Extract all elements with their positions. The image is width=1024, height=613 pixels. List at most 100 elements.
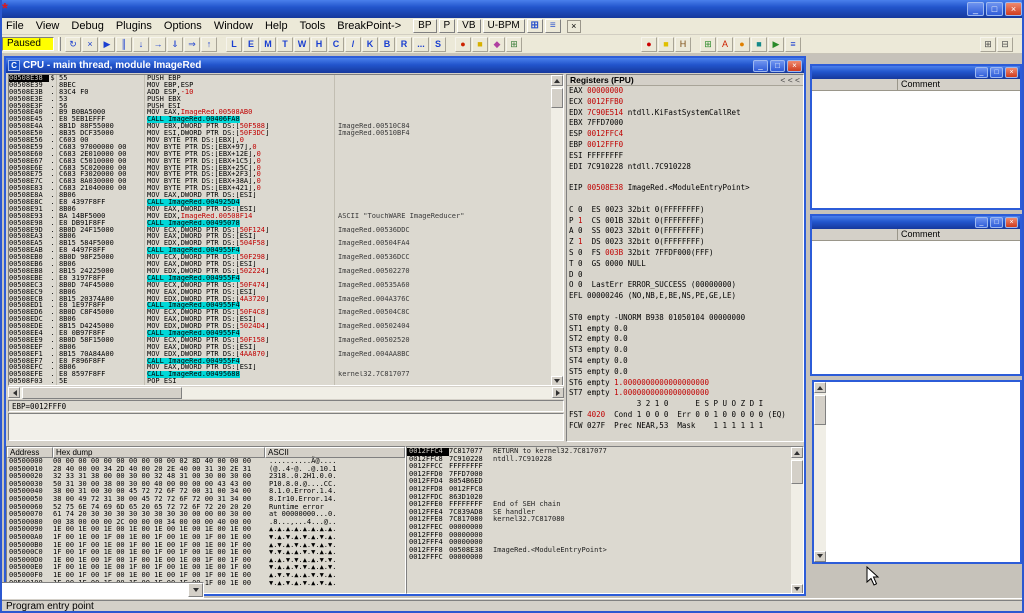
register-line[interactable]: FCW 027F Prec NEAR,53 Mask 1 1 1 1 1 1	[567, 421, 803, 432]
plugin-grid-icon[interactable]: ⊞	[700, 37, 716, 52]
log-panel-button[interactable]: L	[226, 37, 242, 52]
side-list-window[interactable]	[812, 380, 1022, 564]
disasm-row[interactable]: 00508EC3.8B0D 74F45000MOV ECX,DWORD PTR …	[9, 282, 553, 289]
menu-item-options[interactable]: Options	[158, 19, 208, 33]
breakpoints-panel-button[interactable]: B	[379, 37, 395, 52]
cpu-panel-button[interactable]: C	[328, 37, 344, 52]
scroll-track[interactable]	[20, 387, 552, 399]
combo-dropdown-button[interactable]	[188, 583, 203, 597]
menu-item-tools[interactable]: Tools	[294, 19, 332, 33]
register-line[interactable]: ST1 empty 0.0	[567, 324, 803, 335]
window-small-icon[interactable]: ⊞	[527, 19, 543, 33]
stack-row[interactable]: 0012FFFC00000000	[407, 554, 791, 562]
comment-column-header[interactable]: Comment	[898, 229, 1020, 240]
scroll-thumb[interactable]	[551, 88, 563, 108]
sw2-close-button[interactable]: ×	[1005, 217, 1018, 228]
scroll-thumb[interactable]	[814, 395, 826, 425]
disassembly-hscrollbar[interactable]	[8, 387, 564, 399]
register-line[interactable]: EAX 00000000	[567, 86, 803, 97]
cpu-minimize-button[interactable]: _	[753, 60, 768, 72]
scroll-track[interactable]	[551, 86, 563, 376]
info-pane[interactable]: EBP=0012FFF0	[8, 400, 564, 412]
disasm-row[interactable]: 00508E50.8B35 DCF35000MOV ESI,DWORD PTR …	[9, 130, 553, 137]
windows-panel-button[interactable]: W	[294, 37, 310, 52]
minimize-button[interactable]: _	[967, 2, 984, 16]
command-combobox[interactable]	[0, 582, 204, 598]
hex-dump-pane[interactable]: Address Hex dump ASCII 0050000000 00 00 …	[6, 446, 406, 594]
register-line[interactable]: EFL 00000246 (NO,NB,E,BE,NS,PE,GE,LE)	[567, 291, 803, 302]
handles-panel-button[interactable]: H	[311, 37, 327, 52]
register-line[interactable]: EBP 0012FFF0	[567, 140, 803, 151]
register-line[interactable]: EBX 7FFD7000	[567, 118, 803, 129]
pause-icon[interactable]: ║	[116, 37, 132, 52]
register-line[interactable]: ST3 empty 0.0	[567, 345, 803, 356]
register-line[interactable]: 3 2 1 0 E S P U O Z D I	[567, 399, 803, 410]
scroll-down-button[interactable]	[551, 376, 563, 386]
menu-item-window[interactable]: Window	[208, 19, 259, 33]
comment-window-1-titlebar[interactable]: _ □ ×	[812, 66, 1020, 79]
register-line[interactable]: ST7 empty 1.0000000000000000000	[567, 388, 803, 399]
menu-button-bp[interactable]: BP	[413, 19, 436, 33]
register-line[interactable]: O 0 LastErr ERROR_SUCCESS (00000000)	[567, 280, 803, 291]
app-titlebar[interactable]: * _ □ ×	[0, 0, 1024, 18]
register-line[interactable]	[567, 302, 803, 313]
disasm-row[interactable]: 00508E38$55PUSH EBP	[9, 75, 553, 82]
list-icon[interactable]: ≡	[785, 37, 801, 52]
register-line[interactable]: T 0 GS 0000 NULL	[567, 259, 803, 270]
register-line[interactable]	[567, 194, 803, 205]
hit-trace-icon[interactable]: ●	[641, 37, 657, 52]
call-stack-panel-button[interactable]: K	[362, 37, 378, 52]
tile-windows-icon[interactable]: ⊞	[980, 37, 996, 52]
colors-icon[interactable]: ●	[734, 37, 750, 52]
register-line[interactable]: EDI 7C910228 ntdll.7C910228	[567, 162, 803, 173]
cpu-maximize-button[interactable]: □	[770, 60, 785, 72]
scroll-up-button[interactable]	[791, 447, 803, 458]
scroll-thumb[interactable]	[22, 387, 182, 399]
name-column-header[interactable]	[812, 229, 898, 240]
scroll-down-button[interactable]	[791, 584, 803, 594]
stack-pane[interactable]: 0012FFC47C817077RETURN to kernel32.7C817…	[406, 446, 804, 594]
sw1-close-button[interactable]: ×	[1005, 67, 1018, 78]
cpu-close-button[interactable]: ×	[787, 60, 802, 72]
mark-icon[interactable]: ■	[658, 37, 674, 52]
menu-button-p[interactable]: P	[439, 19, 456, 33]
menu-button-ubpm[interactable]: U-BPM	[483, 19, 525, 33]
restart-icon[interactable]: ↻	[65, 37, 81, 52]
register-line[interactable]	[567, 172, 803, 183]
disasm-row[interactable]: 00508EE9.8B0D 58F15000MOV ECX,DWORD PTR …	[9, 337, 553, 344]
disasm-row[interactable]: 00508ED6.8B0D C8F45000MOV ECX,DWORD PTR …	[9, 309, 553, 316]
register-line[interactable]: D 0	[567, 270, 803, 281]
scroll-down-button[interactable]	[814, 551, 826, 562]
comment-window-2-titlebar[interactable]: _ □ ×	[812, 216, 1020, 229]
close-button[interactable]: ×	[1005, 2, 1022, 16]
register-line[interactable]: Z 1 DS 0023 32bit 0(FFFFFFFF)	[567, 237, 803, 248]
comment-window-2-body[interactable]	[812, 241, 1020, 374]
disasm-row[interactable]: 00508EFE.E8 8597F8FFCALL ImageRed.004956…	[9, 371, 553, 378]
name-column-header[interactable]	[812, 79, 898, 90]
registers-header[interactable]: Registers (FPU) < < <	[567, 75, 803, 86]
disasm-row[interactable]: 00508E3E.53PUSH EBX	[9, 96, 553, 103]
register-line[interactable]: EDX 7C90E514 ntdll.KiFastSystemCallRet	[567, 108, 803, 119]
registers-pane[interactable]: Registers (FPU) < < < EAX 00000000ECX 00…	[566, 74, 804, 442]
menu-item-help[interactable]: Help	[259, 19, 294, 33]
register-line[interactable]: P 1 CS 001B 32bit 0(FFFFFFFF)	[567, 216, 803, 227]
menu-item-breakpoint[interactable]: BreakPoint->	[331, 19, 407, 33]
trace-over-icon[interactable]: ⇒	[184, 37, 200, 52]
disasm-row[interactable]: 00508E9D.8B0D 24F15000MOV ECX,DWORD PTR …	[9, 227, 553, 234]
menu-item-file[interactable]: File	[0, 19, 30, 33]
register-line[interactable]: ST0 empty -UNORM B938 01050104 00000000	[567, 313, 803, 324]
disasm-row[interactable]: 00508E8C.E8 4397F8FFCALL ImageRed.004925…	[9, 199, 553, 206]
register-line[interactable]: EIP 00508E38 ImageRed.<ModuleEntryPoint>	[567, 183, 803, 194]
step-over-icon[interactable]: →	[150, 37, 166, 52]
close-program-icon[interactable]: ×	[82, 37, 98, 52]
toolbar-grip[interactable]	[58, 37, 61, 51]
disasm-row[interactable]: 00508E3B.83C4 F0ADD ESP,-10	[9, 89, 553, 96]
help-icon[interactable]: H	[675, 37, 691, 52]
step-into-icon[interactable]: ↓	[133, 37, 149, 52]
options-grid-icon[interactable]: ⊞	[506, 37, 522, 52]
side-list-vscrollbar[interactable]	[814, 382, 826, 562]
sw1-maximize-button[interactable]: □	[990, 67, 1003, 78]
scheme-icon[interactable]: ■	[751, 37, 767, 52]
threads-panel-button[interactable]: T	[277, 37, 293, 52]
disasm-row[interactable]: 00508EB0.8B0D 98F25000MOV ECX,DWORD PTR …	[9, 254, 553, 261]
